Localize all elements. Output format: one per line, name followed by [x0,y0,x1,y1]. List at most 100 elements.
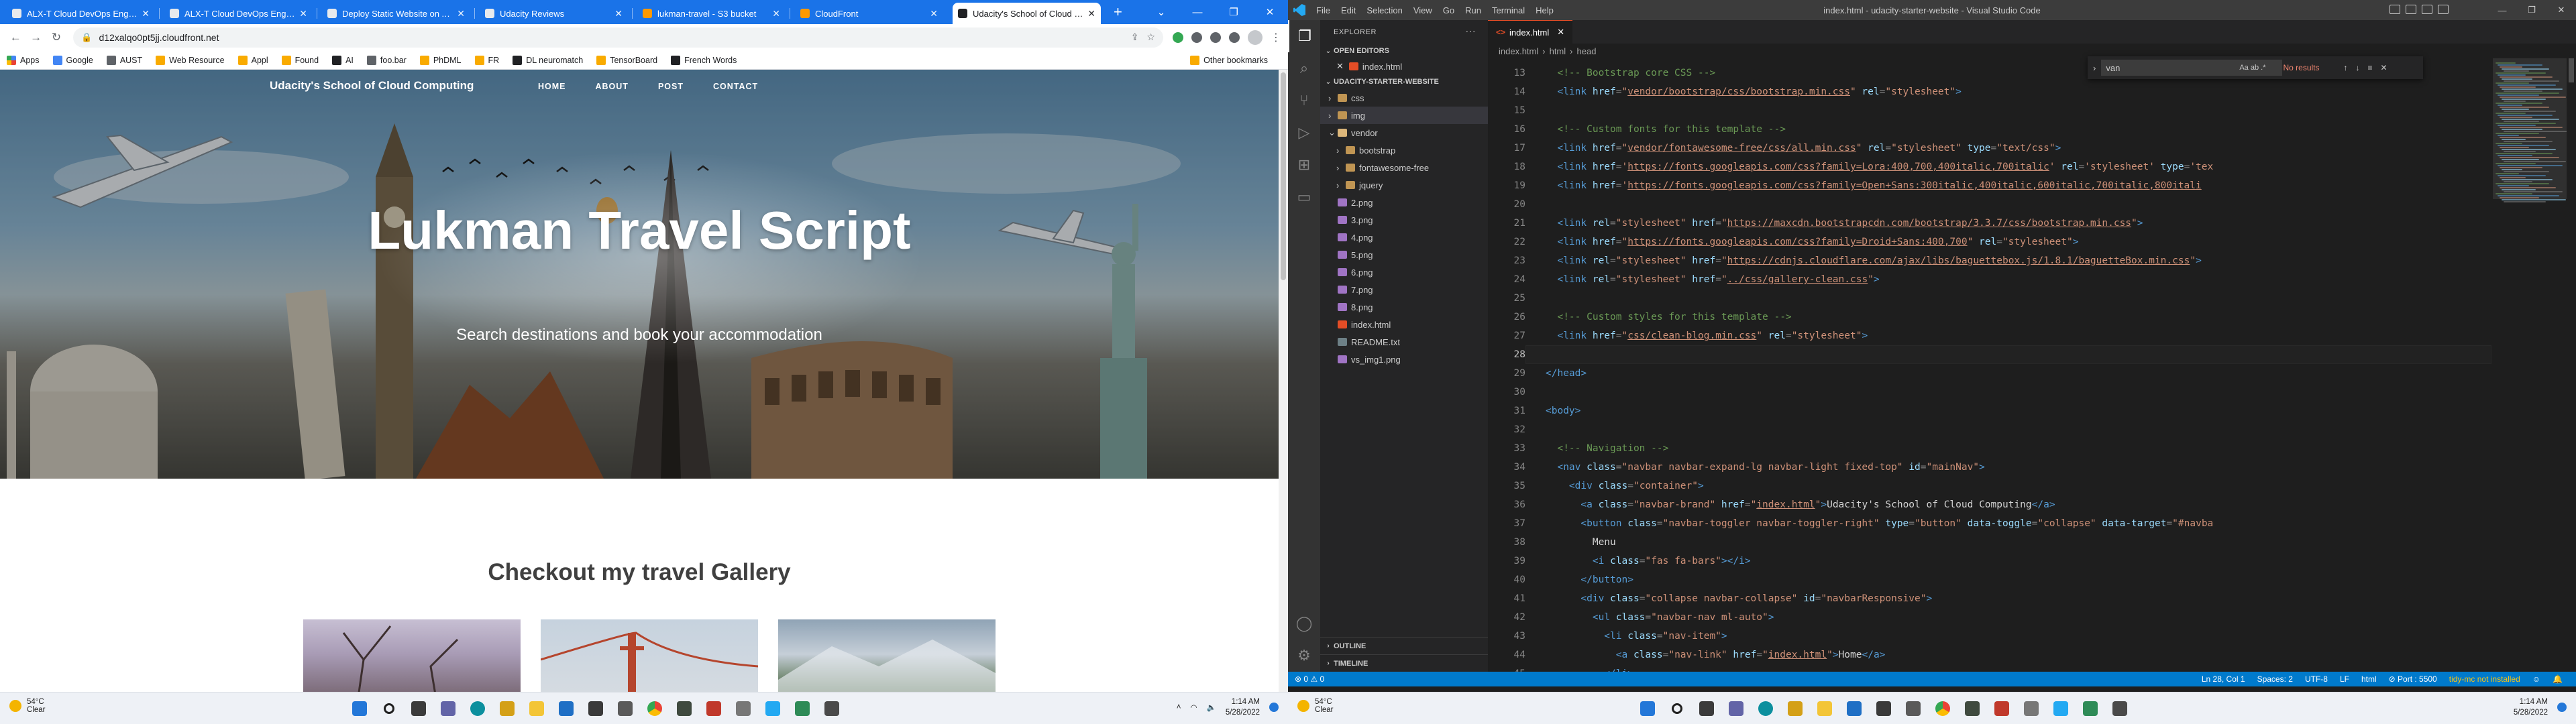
chat-icon[interactable] [1725,698,1747,719]
tree-folder[interactable]: ⌄ vendor [1320,124,1488,141]
browser-tab[interactable]: lukman-travel - S3 bucket ✕ [637,3,786,24]
bookmark-item[interactable]: DL neuromatch [513,55,583,65]
menu-item[interactable]: Go [1443,5,1454,15]
indentation[interactable]: Spaces: 2 [2257,674,2293,684]
close-tab-icon[interactable]: ✕ [614,8,623,19]
live-server-port[interactable]: ⊘ Port : 5500 [2389,674,2437,684]
site-nav-link[interactable]: ABOUT [596,82,629,91]
tree-folder[interactable]: › img [1320,107,1488,124]
browser-tab[interactable]: Udacity Reviews ✕ [480,3,628,24]
tree-folder[interactable]: › bootstrap [1320,141,1488,159]
wifi-icon[interactable]: ◠ [1190,703,1197,712]
browser-tab[interactable]: Deploy Static Website on AWS ✕ [322,3,470,24]
notification-icon[interactable] [2557,703,2567,712]
menu-kebab-icon[interactable]: ⋮ [1271,31,1281,44]
tree-folder[interactable]: › fontawesome-free [1320,159,1488,176]
file-explorer-icon[interactable] [526,698,547,719]
app-icon[interactable] [733,698,754,719]
chevron-up-icon[interactable]: ˄ [1177,703,1181,711]
chrome-icon[interactable] [1932,698,1953,719]
mail-icon[interactable] [1843,698,1865,719]
timeline-section[interactable]: › TIMELINE [1320,654,1488,672]
edge-icon[interactable] [467,698,488,719]
close-button[interactable]: ✕ [2546,0,2576,20]
chrome-icon[interactable] [644,698,665,719]
share-icon[interactable]: ⇪ [1131,32,1139,43]
feedback-icon[interactable]: ☺ [2532,674,2540,684]
minimize-button[interactable]: — [1179,0,1216,24]
breadcrumb-item[interactable]: html [1550,46,1566,56]
extension-icon[interactable] [1210,32,1221,43]
extensions-icon[interactable]: ⊞ [1288,149,1320,181]
restore-button[interactable]: ❐ [2517,0,2546,20]
bookmark-item[interactable]: FR [474,55,499,65]
find-in-selection-icon[interactable]: ≡ [2368,63,2373,72]
close-tab-icon[interactable]: ✕ [1087,8,1095,19]
code-editor[interactable]: 13 <!-- Bootstrap core CSS --> 14 <link h… [1488,58,2576,672]
close-tab-icon[interactable]: ✕ [299,8,307,19]
bookmark-item[interactable]: Appl [237,55,268,65]
store-icon[interactable] [585,698,606,719]
back-button[interactable]: ← [7,28,24,47]
tree-file[interactable]: index.html [1320,316,1488,333]
end-of-line[interactable]: LF [2340,674,2349,684]
gallery-image[interactable] [541,619,758,697]
tree-file[interactable]: 4.png [1320,229,1488,246]
cursor-position[interactable]: Ln 28, Col 1 [2202,674,2245,684]
bookmark-item[interactable]: PhDML [419,55,462,65]
tree-file[interactable]: 8.png [1320,298,1488,316]
close-icon[interactable]: ✕ [1336,61,1344,72]
bookmark-item[interactable]: foo.bar [366,55,407,65]
bookmark-item[interactable]: TensorBoard [596,55,657,65]
bell-icon[interactable]: 🔔 [2553,674,2563,684]
layout-icon[interactable] [2438,5,2449,14]
tree-file[interactable]: 3.png [1320,211,1488,229]
arrow-up-icon[interactable]: ↑ [2344,63,2348,72]
layout-icon[interactable] [2422,5,2432,14]
tree-file[interactable]: 7.png [1320,281,1488,298]
bookmark-item[interactable]: French Words [671,55,737,65]
tree-folder[interactable]: › jquery [1320,176,1488,194]
language-mode[interactable]: html [2361,674,2377,684]
open-editor-item[interactable]: ✕ index.html [1320,58,1488,74]
edge-icon[interactable] [1755,698,1776,719]
clock[interactable]: 1:14 AM 5/28/2022 [2514,697,2548,718]
volume-icon[interactable]: 🔈 [1207,703,1216,712]
vscode-icon[interactable] [762,698,784,719]
close-tab-icon[interactable]: ✕ [772,8,780,19]
menu-item[interactable]: Run [1465,5,1481,15]
extension-icon[interactable] [1172,32,1183,43]
layout-icon[interactable] [2390,5,2400,14]
tree-file[interactable]: README.txt [1320,333,1488,351]
clock[interactable]: 1:14 AM 5/28/2022 [1226,697,1260,718]
browser-tab[interactable]: ALX-T Cloud DevOps Engineer ✕ [7,3,155,24]
page-scrollbar[interactable] [1279,70,1288,697]
app-icon[interactable] [1902,698,1924,719]
extension-icon[interactable] [1191,32,1202,43]
bookmark-item[interactable]: Apps [7,55,40,65]
encoding[interactable]: UTF-8 [2305,674,2328,684]
close-icon[interactable]: ✕ [1557,27,1564,38]
menu-item[interactable]: File [1316,5,1330,15]
app-icon[interactable] [614,698,636,719]
minimize-button[interactable]: — [2487,0,2517,20]
editor-tab[interactable]: <> index.html ✕ [1488,20,1573,44]
layout-icon[interactable] [2406,5,2416,14]
task-view-icon[interactable] [408,698,429,719]
other-bookmarks[interactable]: Other bookmarks [1190,55,1268,65]
browser-tab[interactable]: Udacity's School of Cloud Comp✕ [953,3,1101,24]
more-actions-icon[interactable]: ··· [1466,25,1477,36]
search-icon[interactable] [1666,698,1688,719]
account-icon[interactable]: ◯ [1288,607,1320,640]
app-icon[interactable] [821,698,843,719]
app-icon[interactable] [703,698,724,719]
new-tab-button[interactable]: + [1114,4,1122,20]
app-icon[interactable] [674,698,695,719]
gallery-image[interactable] [303,619,521,697]
app-icon[interactable] [2080,698,2101,719]
site-brand[interactable]: Udacity's School of Cloud Computing [270,79,474,93]
windows-start-icon[interactable] [349,698,370,719]
menu-item[interactable]: View [1413,5,1432,15]
bookmark-item[interactable]: AUST [106,55,142,65]
site-nav-link[interactable]: CONTACT [713,82,758,91]
